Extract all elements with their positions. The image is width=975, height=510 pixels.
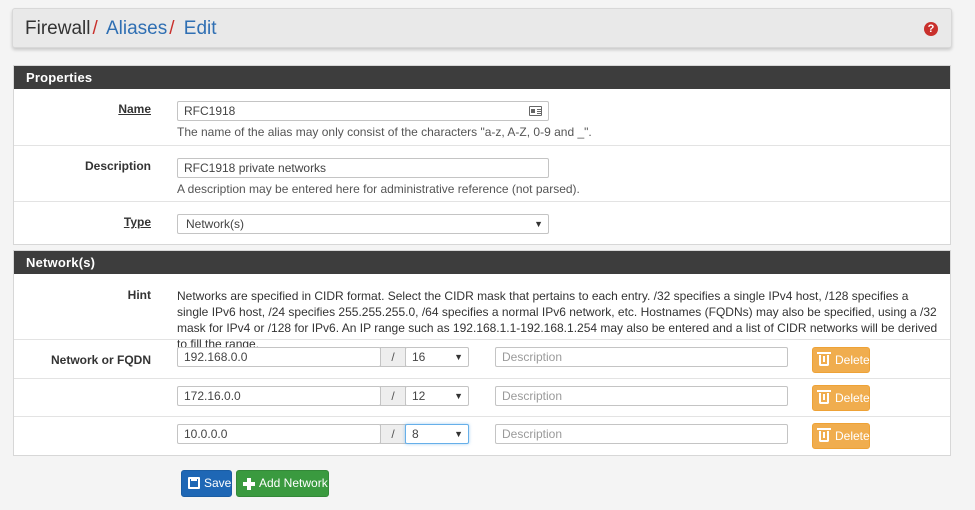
network-description-input[interactable]: Description [495, 347, 788, 367]
description-label: Description [84, 159, 151, 173]
breadcrumb-separator: / [92, 18, 98, 39]
name-help-text: The name of the alias may only consist o… [177, 125, 592, 139]
delete-button[interactable]: Delete [812, 385, 870, 411]
save-icon [188, 477, 200, 489]
network-row: Network or FQDN 192.168.0.0 / 16 ▼ Descr… [14, 340, 950, 379]
type-select-value: Network(s) [186, 217, 245, 231]
properties-heading: Properties [14, 66, 950, 89]
page-header: Firewall / Aliases / Edit ? [12, 8, 952, 48]
breadcrumb-separator: / [169, 18, 175, 39]
delete-button[interactable]: Delete [812, 423, 870, 449]
network-description-input[interactable]: Description [495, 386, 788, 406]
address-card-icon [529, 106, 542, 116]
trash-icon [817, 352, 831, 366]
network-address-input[interactable]: 192.168.0.0 [177, 347, 381, 367]
network-row: 172.16.0.0 / 12 ▼ Description Delete [14, 379, 950, 417]
plus-icon [243, 478, 255, 490]
network-description-input[interactable]: Description [495, 424, 788, 444]
type-select[interactable]: Network(s) ▼ [177, 214, 549, 234]
caret-down-icon: ▼ [454, 429, 463, 439]
description-input[interactable]: RFC1918 private networks [177, 158, 549, 178]
caret-down-icon: ▼ [454, 391, 463, 401]
delete-button[interactable]: Delete [812, 347, 870, 373]
trash-icon [817, 390, 831, 404]
delete-label: Delete [835, 429, 870, 443]
name-input[interactable]: RFC1918 [177, 101, 549, 121]
description-help-text: A description may be entered here for ad… [177, 182, 580, 196]
breadcrumb-edit-link[interactable]: Edit [184, 18, 217, 39]
save-label: Save [204, 476, 232, 490]
breadcrumb-firewall: Firewall [25, 18, 91, 39]
cidr-mask-value: 12 [412, 389, 426, 403]
delete-label: Delete [835, 353, 870, 367]
network-address-input[interactable]: 10.0.0.0 [177, 424, 381, 444]
type-label: Type [123, 215, 151, 229]
save-button[interactable]: Save [181, 470, 232, 497]
name-label: Name [118, 102, 151, 116]
question-circle-icon[interactable]: ? [924, 22, 938, 36]
hint-label: Hint [127, 288, 151, 302]
breadcrumb: Firewall / Aliases / Edit [25, 18, 217, 40]
caret-down-icon: ▼ [454, 352, 463, 362]
properties-panel: Properties Name RFC1918 The name of the … [13, 65, 951, 245]
cidr-slash: / [380, 347, 406, 367]
network-address-input[interactable]: 172.16.0.0 [177, 386, 381, 406]
type-row: Type Network(s) ▼ [14, 202, 950, 244]
name-row: Name RFC1918 The name of the alias may o… [14, 89, 950, 146]
networks-heading: Network(s) [14, 251, 950, 274]
network-row: 10.0.0.0 / 8 ▼ Description Delete [14, 417, 950, 455]
cidr-mask-select[interactable]: 16 ▼ [405, 347, 469, 367]
cidr-mask-value: 16 [412, 350, 426, 364]
caret-down-icon: ▼ [534, 219, 543, 229]
breadcrumb-aliases-link[interactable]: Aliases [106, 18, 167, 39]
trash-icon [817, 428, 831, 442]
cidr-mask-select[interactable]: 12 ▼ [405, 386, 469, 406]
name-input-value: RFC1918 [184, 104, 236, 118]
add-network-label: Add Network [259, 476, 328, 490]
networks-panel: Network(s) Hint Networks are specified i… [13, 250, 951, 456]
cidr-mask-value: 8 [412, 427, 419, 441]
cidr-slash: / [380, 424, 406, 444]
description-row: Description RFC1918 private networks A d… [14, 146, 950, 202]
delete-label: Delete [835, 391, 870, 405]
hint-row: Hint Networks are specified in CIDR form… [14, 274, 950, 351]
cidr-mask-select[interactable]: 8 ▼ [405, 424, 469, 444]
cidr-slash: / [380, 386, 406, 406]
add-network-button[interactable]: Add Network [236, 470, 329, 497]
network-label: Network or FQDN [50, 353, 151, 367]
